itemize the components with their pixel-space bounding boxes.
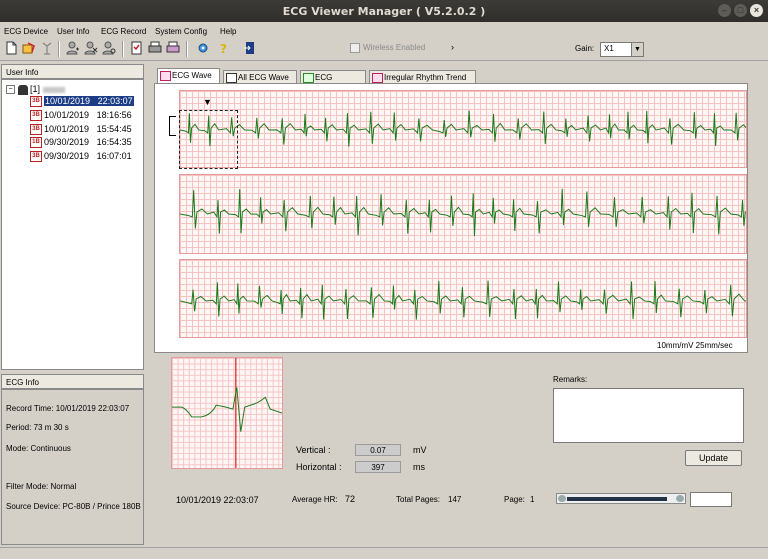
new-icon[interactable] — [4, 41, 18, 55]
help-icon[interactable]: ? — [217, 41, 231, 55]
total-pages-value: 147 — [448, 495, 462, 504]
zoom-view — [171, 357, 283, 469]
record-icon: 1B — [30, 137, 42, 149]
record-label: 09/30/2019 16:07:01 — [44, 151, 132, 161]
slider-start-icon[interactable] — [558, 495, 566, 502]
page-value: 1 — [530, 495, 535, 504]
record-datetime: 10/01/2019 22:03:07 — [176, 495, 259, 505]
slider-end-icon[interactable] — [676, 495, 684, 502]
menu-ecg-device[interactable]: ECG Device — [4, 27, 48, 36]
record-icon: 3B — [30, 124, 42, 136]
record-time: Record Time: 10/01/2019 22:03:07 — [6, 404, 130, 413]
record-label: 10/01/2019 18:16:56 — [44, 110, 132, 120]
collapse-icon[interactable]: − — [6, 85, 15, 95]
filter-mode: Filter Mode: Normal — [6, 482, 77, 491]
gain-select[interactable]: X1 ▼ — [600, 42, 644, 57]
selection-box[interactable] — [179, 110, 238, 169]
user-info-header: User Info — [1, 64, 144, 79]
remarks-label: Remarks: — [553, 375, 588, 384]
ecg-strip-2[interactable] — [179, 174, 747, 254]
horizontal-value: 397 — [355, 461, 401, 473]
arrow-right-icon[interactable]: › — [451, 42, 454, 52]
antenna-icon[interactable] — [40, 41, 54, 55]
user-icon — [17, 84, 28, 95]
mode: Mode: Continuous — [6, 444, 71, 453]
page-label: Page: — [504, 495, 525, 504]
update-button[interactable]: Update — [685, 450, 742, 466]
chevron-down-icon[interactable]: ▼ — [631, 43, 643, 56]
ecg-strip-3[interactable] — [179, 259, 747, 338]
marker-triangle-icon[interactable]: ▼ — [203, 97, 212, 107]
record-icon: 3B — [30, 151, 42, 163]
user-icon[interactable] — [66, 41, 80, 55]
average-hr-value: 72 — [345, 494, 356, 504]
page-slider[interactable] — [556, 493, 686, 504]
scale-text: 10mm/mV 25mm/sec — [657, 341, 733, 350]
record-item[interactable]: 3B 10/01/2019 22:03:07 — [30, 96, 134, 108]
report-icon[interactable] — [130, 41, 144, 55]
tab-irregular-rhythm-trend[interactable]: Irregular Rhythm Trend — [369, 70, 476, 83]
record-item[interactable]: 3B 10/01/2019 18:16:56 — [30, 110, 132, 122]
gain-value: X1 — [604, 44, 614, 53]
record-item[interactable]: 3B 10/01/2019 15:54:45 — [30, 124, 132, 136]
record-icon: 3B — [30, 96, 42, 108]
record-item[interactable]: 3B 09/30/2019 16:07:01 — [30, 151, 132, 163]
vertical-label: Vertical : — [296, 445, 331, 455]
menu-ecg-record[interactable]: ECG Record — [101, 27, 146, 36]
user-info-tree: − [1] 3B 10/01/2019 22:03:07 3B 10/01/2019… — [1, 79, 144, 370]
remarks-input[interactable] — [553, 388, 744, 443]
period: Period: 73 m 30 s — [6, 423, 69, 432]
svg-text:?: ? — [220, 42, 227, 55]
blurred-name — [42, 86, 65, 93]
record-label: 09/30/2019 16:54:35 — [44, 137, 132, 147]
delete-user-icon[interactable] — [84, 41, 98, 55]
menu-bar: ECG Device User Info ECG Record System C… — [0, 22, 768, 38]
average-hr-label: Average HR: — [292, 495, 338, 504]
horizontal-unit: ms — [413, 462, 425, 472]
settings-icon[interactable] — [196, 41, 210, 55]
ecg-info-header: ECG Info — [1, 374, 144, 389]
close-button[interactable]: × — [750, 4, 763, 17]
tree-root-label: [1] — [30, 84, 41, 94]
gain-label: Gain: — [575, 44, 595, 53]
user-settings-icon[interactable] — [102, 41, 116, 55]
print-preview-icon[interactable] — [166, 41, 180, 55]
menu-system-config[interactable]: System Config — [155, 27, 207, 36]
grid-icon — [226, 73, 237, 83]
record-item[interactable]: 1B 09/30/2019 16:54:35 — [30, 137, 132, 149]
print-icon[interactable] — [148, 41, 162, 55]
record-label: 10/01/2019 22:03:07 — [44, 96, 134, 106]
analysis-icon — [303, 73, 314, 83]
vertical-unit: mV — [413, 445, 427, 455]
ecg-strip-1[interactable] — [179, 90, 747, 168]
vertical-value: 0.07 — [355, 444, 401, 456]
wave-icon — [160, 71, 171, 81]
window-title: ECG Viewer Manager ( V5.2.0.2 ) — [282, 5, 486, 18]
exit-icon[interactable] — [243, 41, 257, 55]
maximize-button[interactable]: □ — [734, 4, 747, 17]
total-pages-label: Total Pages: — [396, 495, 441, 504]
menu-help[interactable]: Help — [220, 27, 236, 36]
page-input[interactable] — [690, 492, 732, 507]
horizontal-label: Horizontal : — [296, 462, 342, 472]
calibration-marker — [169, 116, 176, 136]
tab-ecg-analysis[interactable]: ECG Analysis — [300, 70, 366, 95]
minimize-button[interactable]: – — [718, 4, 731, 17]
slider-track — [567, 497, 667, 501]
ecg-info-panel: Record Time: 10/01/2019 22:03:07 Period:… — [1, 389, 144, 545]
tab-all-ecg-wave[interactable]: All ECG Wave — [223, 70, 297, 83]
record-icon: 3B — [30, 110, 42, 122]
wireless-enabled-checkbox[interactable]: Wireless Enabled — [350, 43, 425, 55]
source-device: Source Device: PC-80B / Prince 180B — [6, 502, 141, 511]
tab-ecg-wave[interactable]: ECG Wave — [157, 68, 220, 83]
tree-root[interactable]: − [1] — [6, 84, 65, 95]
status-bar — [0, 547, 768, 559]
trend-icon — [372, 73, 383, 83]
title-bar: ECG Viewer Manager ( V5.2.0.2 ) – □ × — [0, 0, 768, 22]
open-device-icon[interactable] — [22, 41, 36, 55]
wireless-enabled-label: Wireless Enabled — [363, 43, 426, 53]
menu-user-info[interactable]: User Info — [57, 27, 89, 36]
record-label: 10/01/2019 15:54:45 — [44, 124, 132, 134]
